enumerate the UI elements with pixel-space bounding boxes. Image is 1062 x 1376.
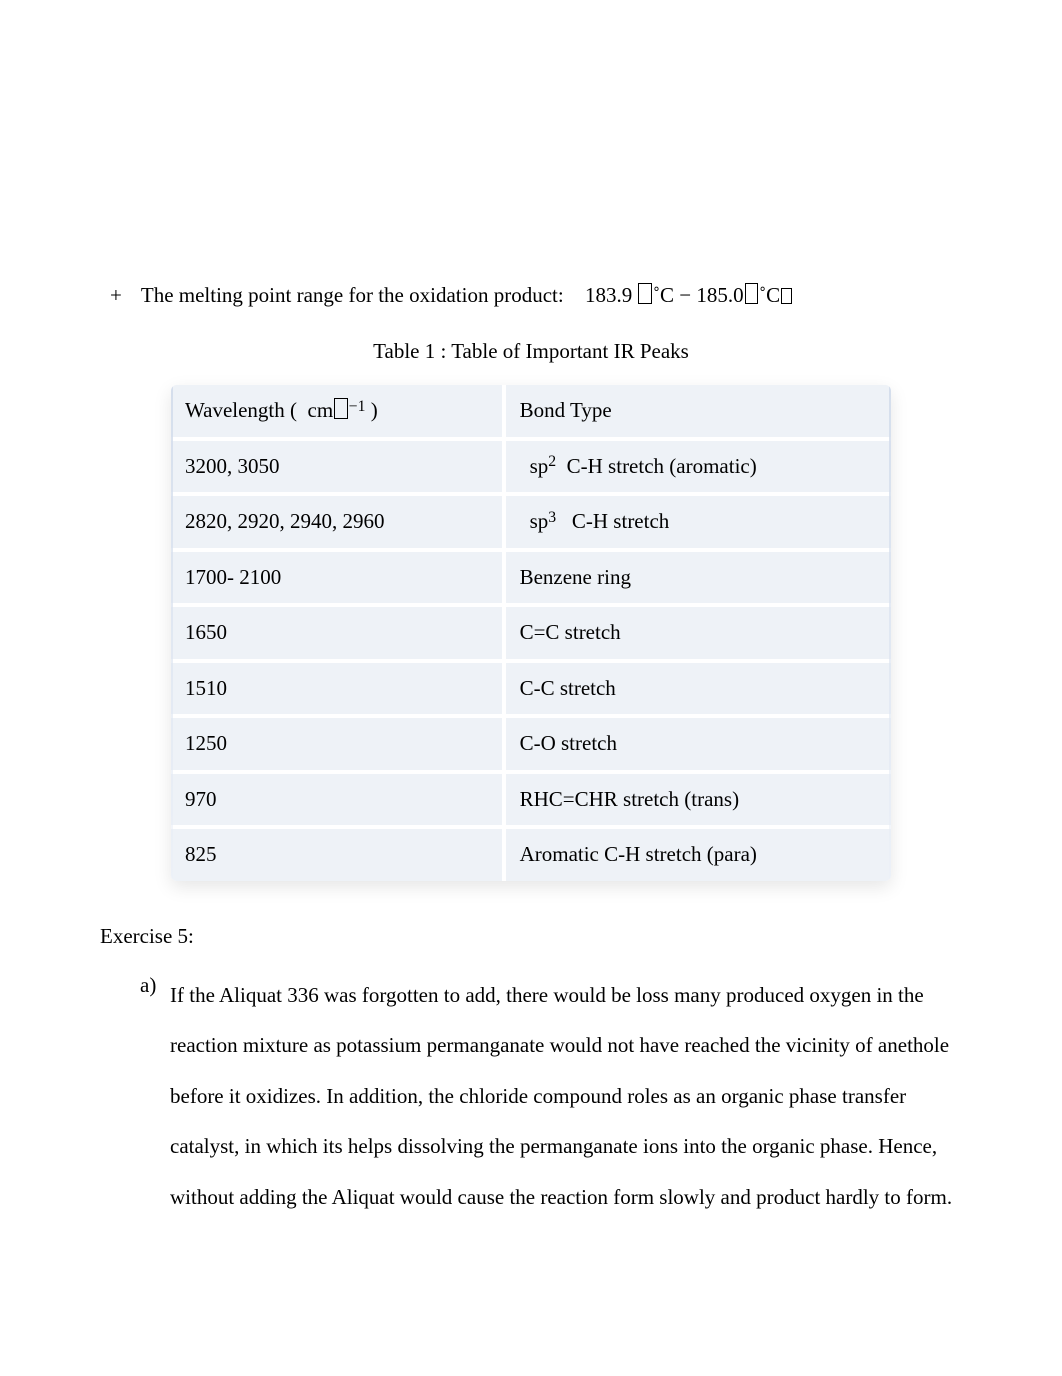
melting-point-text: The melting point range for the oxidatio… bbox=[141, 283, 564, 307]
wavelength-cell: 3200, 3050 bbox=[171, 439, 504, 495]
wavelength-cell: 1700- 2100 bbox=[171, 550, 504, 606]
wavelength-cell: 825 bbox=[171, 827, 504, 881]
melting-point-value: 183.9 ˚C − 185.0˚C bbox=[585, 283, 793, 307]
list-marker: a) bbox=[140, 970, 170, 1222]
wavelength-cell: 1510 bbox=[171, 661, 504, 717]
table-row: 1700- 2100Benzene ring bbox=[171, 550, 891, 606]
col-bond-header: Bond Type bbox=[504, 385, 891, 439]
list-bullet: + bbox=[110, 280, 136, 312]
bond-cell: C-O stretch bbox=[504, 716, 891, 772]
table-row: 1250C-O stretch bbox=[171, 716, 891, 772]
table-caption: Table 1 : Table of Important IR Peaks bbox=[100, 336, 962, 368]
col-wavelength-header: Wavelength ( cm−1 ) bbox=[171, 385, 504, 439]
bond-cell: C-C stretch bbox=[504, 661, 891, 717]
exercise-item-a: a) If the Aliquat 336 was forgotten to a… bbox=[140, 970, 962, 1222]
melting-point-line: + The melting point range for the oxidat… bbox=[100, 280, 962, 312]
wavelength-cell: 1650 bbox=[171, 605, 504, 661]
bond-cell: Benzene ring bbox=[504, 550, 891, 606]
table-row: 825Aromatic C-H stretch (para) bbox=[171, 827, 891, 881]
bond-cell: RHC=CHR stretch (trans) bbox=[504, 772, 891, 828]
table-row: 970RHC=CHR stretch (trans) bbox=[171, 772, 891, 828]
table-row: 1510C-C stretch bbox=[171, 661, 891, 717]
table-header-row: Wavelength ( cm−1 ) Bond Type bbox=[171, 385, 891, 439]
bond-cell: sp2 C-H stretch (aromatic) bbox=[504, 439, 891, 495]
document-page: + The melting point range for the oxidat… bbox=[0, 0, 1062, 1376]
ir-peaks-table-wrap: Wavelength ( cm−1 ) Bond Type 3200, 3050… bbox=[171, 385, 891, 881]
exercise-heading: Exercise 5: bbox=[100, 921, 962, 953]
table-row: 2820, 2920, 2940, 2960sp3 C-H stretch bbox=[171, 494, 891, 550]
table-row: 3200, 3050sp2 C-H stretch (aromatic) bbox=[171, 439, 891, 495]
wavelength-cell: 1250 bbox=[171, 716, 504, 772]
ir-peaks-table: Wavelength ( cm−1 ) Bond Type 3200, 3050… bbox=[171, 385, 891, 881]
bond-cell: sp3 C-H stretch bbox=[504, 494, 891, 550]
table-row: 1650C=C stretch bbox=[171, 605, 891, 661]
bond-cell: Aromatic C-H stretch (para) bbox=[504, 827, 891, 881]
wavelength-cell: 2820, 2920, 2940, 2960 bbox=[171, 494, 504, 550]
wavelength-cell: 970 bbox=[171, 772, 504, 828]
table-body: 3200, 3050sp2 C-H stretch (aromatic)2820… bbox=[171, 439, 891, 881]
exercise-list: a) If the Aliquat 336 was forgotten to a… bbox=[100, 970, 962, 1222]
bond-cell: C=C stretch bbox=[504, 605, 891, 661]
exercise-item-text: If the Aliquat 336 was forgotten to add,… bbox=[170, 970, 962, 1222]
